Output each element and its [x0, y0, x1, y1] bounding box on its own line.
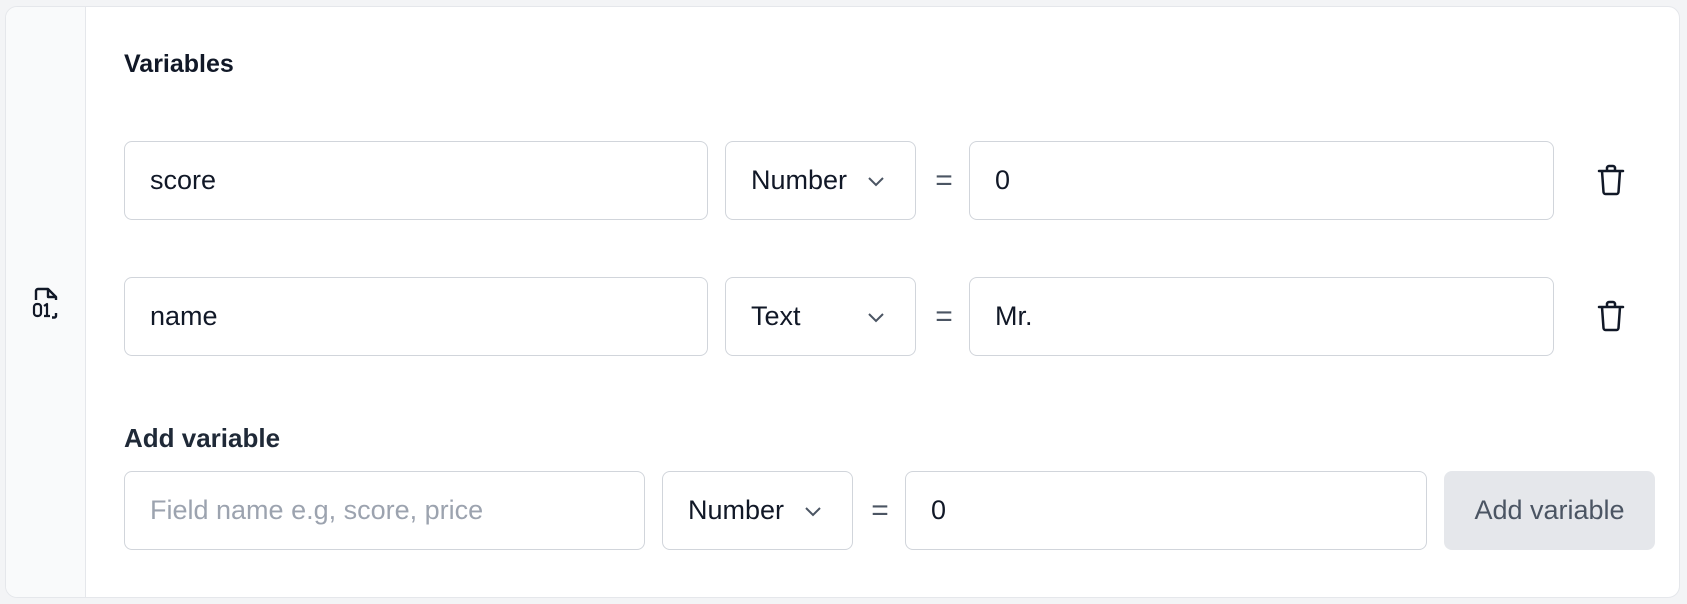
equals-sign: =	[935, 163, 953, 197]
variable-row: name Text = Mr.	[124, 277, 1644, 356]
new-variable-value-input[interactable]: 0	[905, 471, 1427, 550]
variable-value-input[interactable]: 0	[969, 141, 1554, 220]
variables-card: Variables score Number = 0 name Text = M…	[5, 6, 1680, 598]
variable-name-input[interactable]: name	[124, 277, 708, 356]
variable-row: score Number = 0	[124, 141, 1644, 220]
trash-icon[interactable]	[1596, 299, 1626, 333]
chevron-down-icon	[868, 313, 884, 323]
variable-name-input[interactable]: score	[124, 141, 708, 220]
variable-type-select[interactable]: Text	[725, 277, 916, 356]
new-variable-type-value: Number	[688, 495, 785, 525]
new-field-name-input[interactable]: Field name e.g, score, price	[124, 471, 645, 550]
equals-sign: =	[871, 493, 889, 527]
card-gutter	[6, 7, 86, 597]
variable-type-value: Number	[751, 165, 848, 195]
variable-type-value: Text	[751, 301, 801, 331]
panel-title: Variables	[124, 50, 234, 78]
binary-file-icon	[32, 287, 58, 319]
variable-type-select[interactable]: Number	[725, 141, 916, 220]
variables-content: Variables score Number = 0 name Text = M…	[86, 7, 1679, 597]
new-variable-type-select[interactable]: Number	[662, 471, 853, 550]
add-variable-label: Add variable	[124, 423, 281, 453]
equals-sign: =	[935, 299, 953, 333]
variable-value-input[interactable]: Mr.	[969, 277, 1554, 356]
chevron-down-icon	[805, 507, 821, 517]
chevron-down-icon	[868, 177, 884, 187]
trash-icon[interactable]	[1596, 163, 1626, 197]
add-variable-button[interactable]: Add variable	[1444, 471, 1655, 550]
add-variable-row: Field name e.g, score, price Number = 0 …	[124, 471, 1659, 550]
